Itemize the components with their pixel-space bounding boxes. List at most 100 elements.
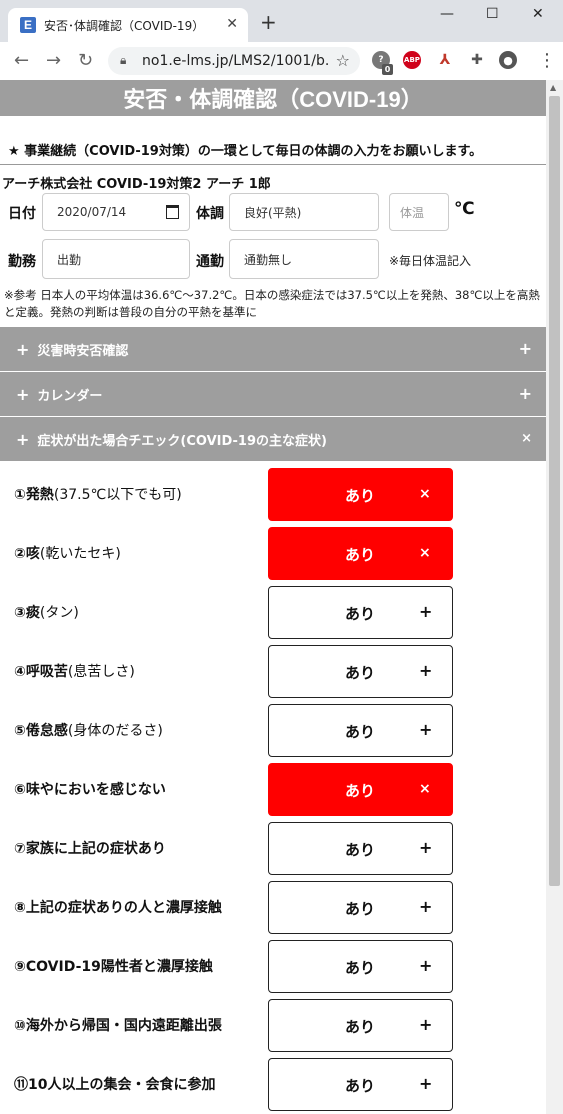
symptom-label: ⑦家族に上記の症状あり xyxy=(14,838,166,858)
date-value: 2020/07/14 xyxy=(57,205,127,219)
accordion-header[interactable]: + カレンダー + xyxy=(0,372,546,417)
new-tab-icon[interactable]: + xyxy=(260,12,277,32)
accordion-label: カレンダー xyxy=(37,388,103,404)
symptom-row: ⑤倦怠感(身体のだるさ) あり + xyxy=(0,700,546,759)
profile-avatar-icon[interactable]: ● xyxy=(499,51,517,69)
symptom-name: ⑩海外から帰国・国内遠距離出張 xyxy=(14,1018,222,1034)
plus-icon: + xyxy=(16,429,30,449)
accordion-header[interactable]: + 災害時安否確認 + xyxy=(0,327,546,372)
window-close-icon[interactable]: ✕ xyxy=(532,6,544,22)
add-icon: + xyxy=(419,661,433,680)
maximize-icon[interactable]: ☐ xyxy=(486,6,499,22)
plus-icon: + xyxy=(16,339,30,359)
symptom-label: ③痰(タン) xyxy=(14,602,79,622)
symptom-row: ⑪10人以上の集会・会食に参加 あり + xyxy=(0,1054,546,1113)
remove-icon: × xyxy=(419,486,431,502)
symptom-label: ⑨COVID-19陽性者と濃厚接触 xyxy=(14,956,213,976)
condition-select[interactable]: 良好(平熱) xyxy=(229,193,379,231)
symptom-label: ⑪10人以上の集会・会食に参加 xyxy=(14,1074,215,1094)
symptom-toggle-button[interactable]: あり × xyxy=(268,763,453,816)
url-field[interactable]: 🔒︎ no1.e-lms.jp/LMS2/1001/b... ☆ xyxy=(108,47,360,75)
forward-icon[interactable]: → xyxy=(46,50,61,71)
accordion-list: + 災害時安否確認 + + カレンダー + + 症状が出た場合チエック(COVID-19の主な… xyxy=(0,327,546,462)
scroll-thumb[interactable] xyxy=(549,96,560,886)
symptom-toggle-button[interactable]: あり + xyxy=(268,704,453,757)
page-scrollbar[interactable]: ▲ xyxy=(546,80,563,1114)
symptom-detail: (37.5℃以下でも可) xyxy=(53,487,182,503)
add-icon: + xyxy=(419,1015,433,1034)
daily-temp-note: ※毎日体温記入 xyxy=(389,254,472,268)
reload-icon[interactable]: ↻ xyxy=(78,50,93,71)
symptom-toggle-button[interactable]: あり + xyxy=(268,586,453,639)
url-text: no1.e-lms.jp/LMS2/1001/b... xyxy=(142,53,328,69)
symptom-toggle-button[interactable]: あり + xyxy=(268,822,453,875)
symptom-name: ⑪10人以上の集会・会食に参加 xyxy=(14,1077,216,1093)
symptom-toggle-button[interactable]: あり + xyxy=(268,999,453,1052)
expand-icon[interactable]: + xyxy=(519,384,532,403)
temperature-input[interactable]: 体温 xyxy=(389,193,449,231)
symptom-toggle-button[interactable]: あり + xyxy=(268,645,453,698)
symptom-label: ①発熱(37.5℃以下でも可) xyxy=(14,484,182,504)
symptom-name: ④呼吸苦 xyxy=(14,664,68,680)
site-favicon-icon: E xyxy=(20,17,36,33)
notice-text: ★ 事業継続（COVID-19対策）の一環として毎日の体調の入力をお願いします。 xyxy=(0,134,546,165)
symptom-row: ④呼吸苦(息苦しさ) あり + xyxy=(0,641,546,700)
symptom-row: ⑨COVID-19陽性者と濃厚接触 あり + xyxy=(0,936,546,995)
adblock-icon[interactable]: ABP xyxy=(403,51,421,69)
menu-kebab-icon[interactable]: ⋮ xyxy=(538,50,556,71)
date-input[interactable]: 2020/07/14 xyxy=(42,193,190,231)
symptom-button-label: あり xyxy=(345,841,376,859)
symptom-toggle-button[interactable]: あり + xyxy=(268,881,453,934)
symptom-detail: (息苦しさ) xyxy=(67,664,135,680)
add-icon: + xyxy=(419,602,433,621)
symptom-button-label: あり xyxy=(345,723,376,741)
symptom-name: ①発熱 xyxy=(14,487,54,503)
symptom-name: ⑨COVID-19陽性者と濃厚接触 xyxy=(14,959,213,975)
form-row-1: 日付 2020/07/14 体調 良好(平熱) 体温 ℃ xyxy=(0,193,546,239)
symptom-button-label: あり xyxy=(345,664,376,682)
condition-value: 良好(平熱) xyxy=(244,205,302,220)
remove-icon: × xyxy=(419,545,431,561)
add-icon: + xyxy=(419,956,433,975)
symptom-toggle-button[interactable]: あり + xyxy=(268,1058,453,1111)
expand-icon[interactable]: + xyxy=(519,339,532,358)
symptom-label: ⑥味やにおいを感じない xyxy=(14,779,166,799)
form-row-2: 勤務 出勤 通勤 通勤無し ※毎日体温記入 xyxy=(0,239,546,285)
symptom-label: ⑤倦怠感(身体のだるさ) xyxy=(14,720,163,740)
remove-icon: × xyxy=(419,781,431,797)
symptom-toggle-button[interactable]: あり × xyxy=(268,527,453,580)
symptom-detail: (タン) xyxy=(39,605,79,621)
commute-label: 通勤 xyxy=(196,254,224,270)
bookmark-star-icon[interactable]: ☆ xyxy=(336,51,350,70)
symptom-row: ⑦家族に上記の症状あり あり + xyxy=(0,818,546,877)
back-icon[interactable]: ← xyxy=(14,50,29,71)
accordion-header[interactable]: + 症状が出た場合チエック(COVID-19の主な症状) × xyxy=(0,417,546,462)
collapse-icon[interactable]: × xyxy=(521,431,532,446)
extensions-puzzle-icon[interactable]: ✚ xyxy=(468,51,486,69)
pdf-icon[interactable]: ⅄ xyxy=(436,51,454,69)
celsius-unit: ℃ xyxy=(454,199,475,219)
symptom-toggle-button[interactable]: あり + xyxy=(268,940,453,993)
accordion-label: 災害時安否確認 xyxy=(37,343,129,359)
tab-close-icon[interactable]: ✕ xyxy=(226,16,238,32)
reference-note: ※参考 日本人の平均体温は36.6℃～37.2℃。日本の感染症法では37.5℃以… xyxy=(4,288,540,319)
symptom-button-label: あり xyxy=(345,546,376,564)
symptom-button-label: あり xyxy=(345,900,376,918)
date-label: 日付 xyxy=(8,206,36,222)
symptom-button-label: あり xyxy=(345,959,376,977)
symptom-row: ⑧上記の症状ありの人と濃厚接触 あり + xyxy=(0,877,546,936)
symptom-row: ②咳(乾いたセキ) あり × xyxy=(0,523,546,582)
commute-select[interactable]: 通勤無し xyxy=(229,239,379,279)
symptom-button-label: あり xyxy=(345,1077,376,1095)
scroll-up-icon[interactable]: ▲ xyxy=(550,83,556,92)
browser-tabbar: E 安否･体調確認（COVID-19） ✕ + — ☐ ✕ xyxy=(0,0,563,42)
work-value: 出勤 xyxy=(57,252,82,267)
symptom-name: ③痰 xyxy=(14,605,40,621)
accordion-label: 症状が出た場合チエック(COVID-19の主な症状) xyxy=(37,433,327,449)
browser-tab[interactable]: E 安否･体調確認（COVID-19） ✕ xyxy=(8,8,248,42)
calendar-icon[interactable] xyxy=(166,205,179,219)
work-select[interactable]: 出勤 xyxy=(42,239,190,279)
symptom-toggle-button[interactable]: あり × xyxy=(268,468,453,521)
minimize-icon[interactable]: — xyxy=(440,6,454,22)
symptom-row: ①発熱(37.5℃以下でも可) あり × xyxy=(0,464,546,523)
